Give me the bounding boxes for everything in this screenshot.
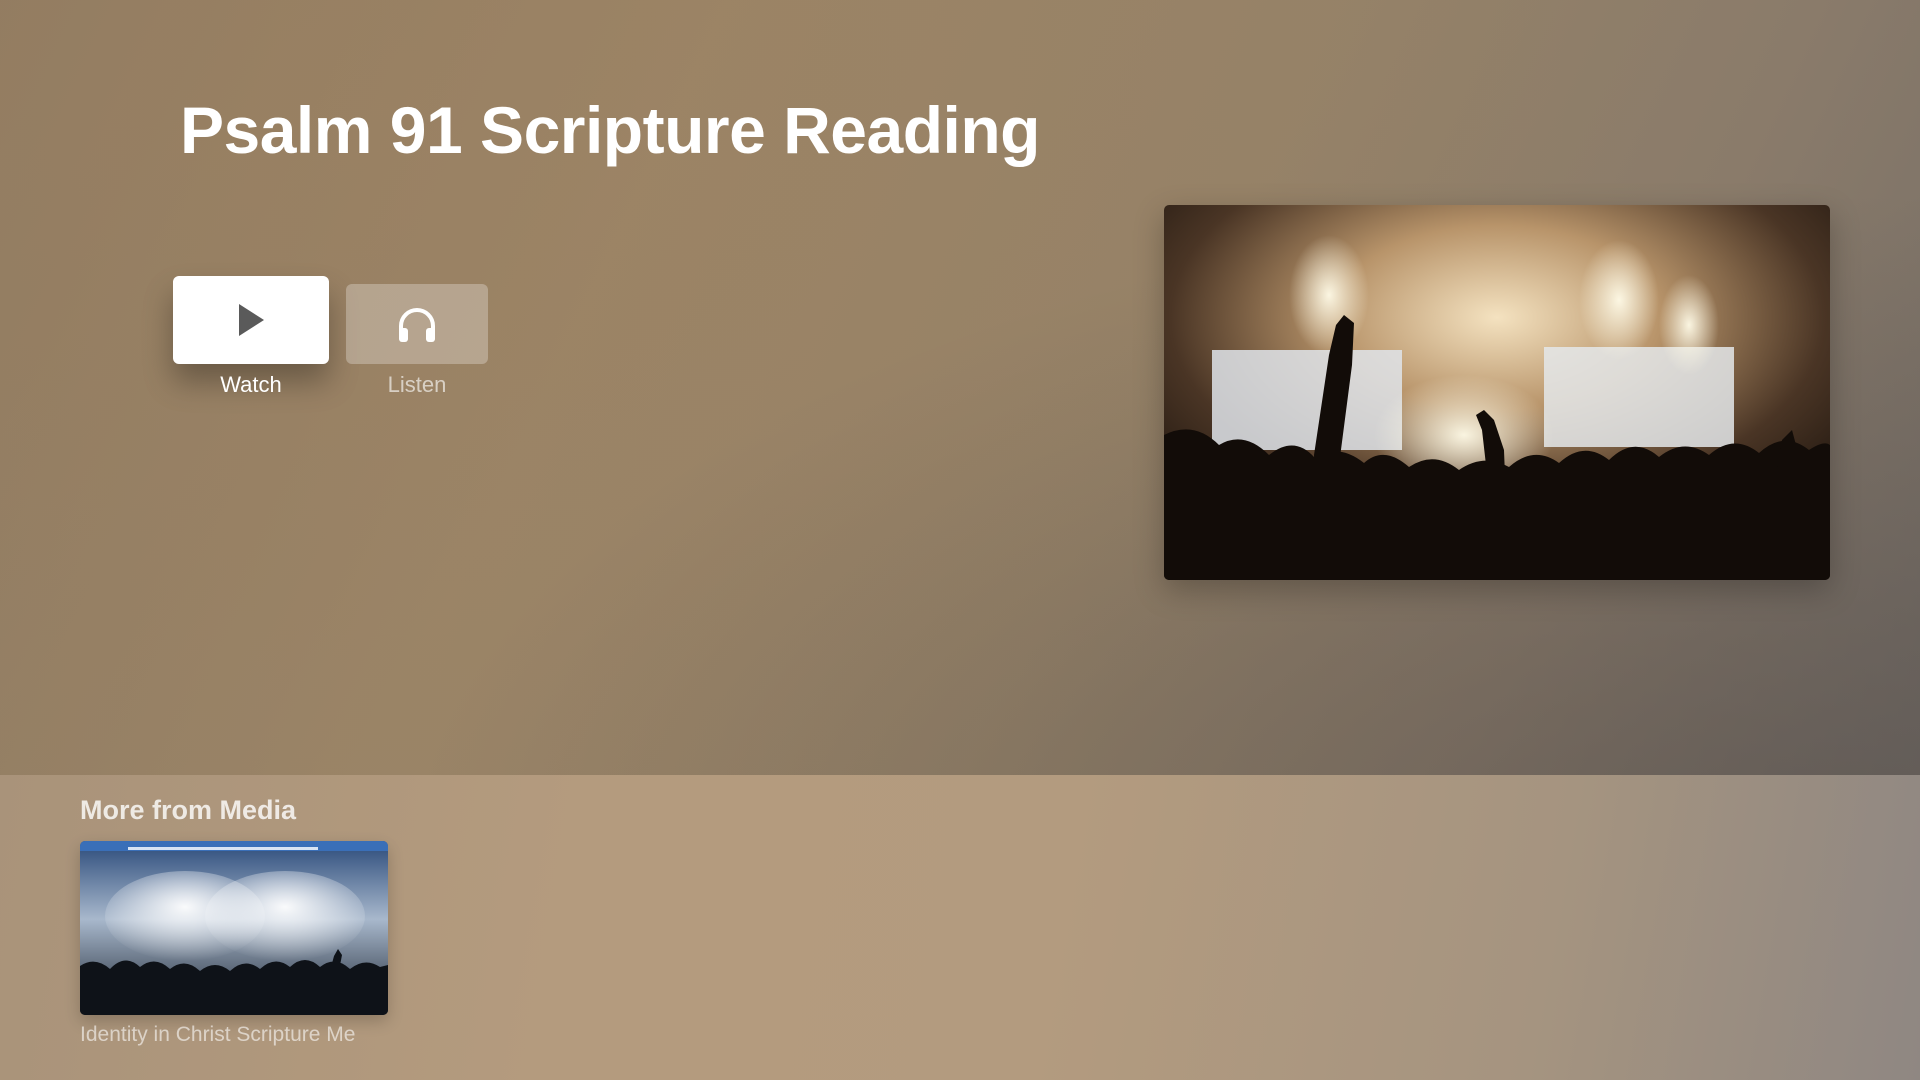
concert-image (1164, 205, 1830, 580)
watch-button-tile[interactable] (173, 276, 329, 364)
shelf-title: More from Media (80, 795, 297, 825)
listen-button[interactable]: Listen (346, 284, 488, 398)
headphones-icon (399, 308, 435, 342)
watch-label: Watch (220, 372, 282, 397)
shelf-item[interactable]: Identity in Christ Scripture Me (80, 841, 388, 1047)
more-from-media-shelf: More from Media Identity in Christ Scrip… (0, 775, 1920, 1080)
shelf-item-artwork[interactable] (80, 841, 388, 1015)
detail-page: Psalm 91 Scripture Reading Watch Listen (0, 0, 1920, 1080)
shelf-item-caption: Identity in Christ Scripture Me (80, 1023, 356, 1046)
play-icon (239, 304, 264, 336)
listen-button-tile[interactable] (346, 284, 488, 364)
page-title: Psalm 91 Scripture Reading (180, 93, 1041, 167)
feature-artwork (1164, 205, 1830, 580)
listen-label: Listen (387, 372, 447, 397)
watch-button[interactable]: Watch (173, 276, 329, 398)
worship-stage-image (80, 841, 388, 1015)
